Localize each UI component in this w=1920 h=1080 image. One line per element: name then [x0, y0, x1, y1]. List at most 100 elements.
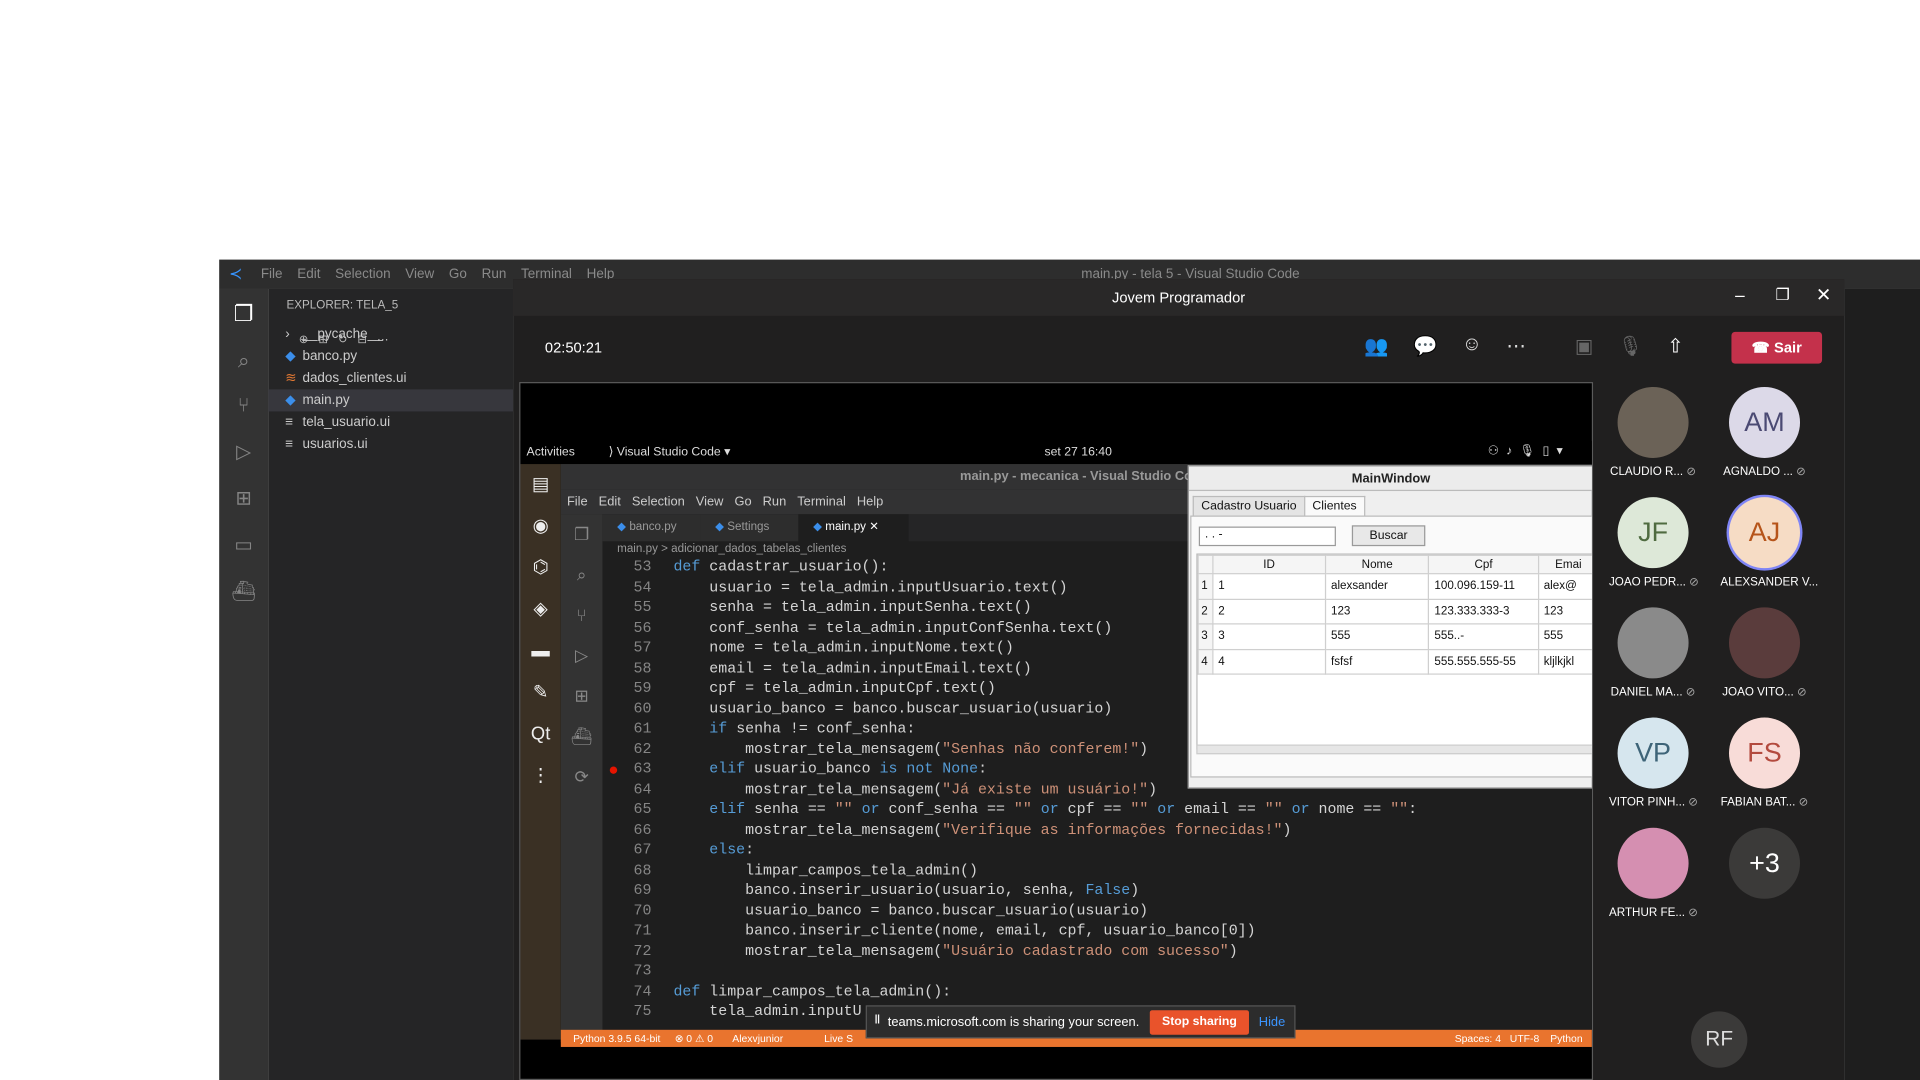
dock-icons[interactable]: ▤ ◉ ⌬ ◈ ▬ ✎ Qt ⋮ [520, 464, 560, 797]
mic-muted-icon: ⊘ [1798, 795, 1809, 810]
table-row[interactable]: 4 4 fsfsf 555.555.555-55 kljlkjkl [1197, 648, 1592, 675]
inner-menu-item[interactable]: Help [857, 495, 883, 510]
editor-tab[interactable]: ◆ banco.py [602, 514, 701, 542]
qt-tab[interactable]: Clientes [1303, 495, 1366, 516]
call-controls: 👥 💬 ☺ ⋯ ▣ 🎙 ⇧ [1364, 334, 1684, 358]
column-header[interactable]: Cpf [1428, 554, 1539, 575]
participant-tile[interactable]: JOAO VITO... ⊘ [1720, 607, 1808, 699]
file-item[interactable]: ≋ dados_clientes.ui [268, 367, 513, 389]
source-control-icon[interactable]: ⑂ [219, 396, 268, 418]
hide-button[interactable]: Hide [1259, 1015, 1285, 1030]
menu-item[interactable]: View [405, 267, 434, 282]
close-icon[interactable]: ✕ [1816, 284, 1831, 306]
inner-menu-item[interactable]: Selection [632, 495, 685, 510]
participant-tile[interactable]: ARTHUR FE... ⊘ [1609, 827, 1699, 920]
file-item[interactable]: ≡ usuarios.ui [268, 433, 513, 455]
participant-name: AGNALDO ... [1723, 465, 1793, 479]
overflow-participant-avatar[interactable]: RF [1691, 1011, 1748, 1068]
camera-off-icon[interactable]: ▣ [1575, 334, 1594, 358]
menu-item[interactable]: Run [482, 267, 507, 282]
file-item[interactable]: ◆ main.py [268, 389, 514, 412]
indentation[interactable]: Spaces: 4 [1455, 1032, 1501, 1044]
run-debug-icon[interactable]: ▷ [219, 440, 268, 464]
code-text: if senha != conf_senha: [709, 720, 916, 738]
app-menu[interactable]: ⟩ Visual Studio Code ▾ [609, 446, 731, 459]
docker-icon[interactable]: ⛴ [219, 579, 268, 603]
table-row[interactable]: 2 2 123 123.333.333-3 123 [1197, 598, 1592, 625]
minimize-icon[interactable]: – [1735, 285, 1745, 305]
menu-item[interactable]: Selection [335, 267, 390, 282]
explorer-icon[interactable]: ❐ [219, 301, 268, 327]
participant-tile[interactable]: FS FABIAN BAT... ⊘ [1720, 717, 1809, 810]
inner-menu-item[interactable]: Run [763, 495, 787, 510]
code-text: banco.inserir_cliente(nome, email, cpf, … [673, 922, 1256, 940]
close-tab-icon[interactable]: ✕ [869, 520, 879, 533]
participant-tile[interactable]: +3 [1720, 827, 1808, 906]
code-line: 65 elif senha == "" or conf_senha == "" … [633, 800, 1418, 818]
extensions-icon[interactable]: ⊞ [219, 486, 268, 510]
search-icon[interactable]: ⌕ [219, 349, 268, 373]
participant-tile[interactable]: AM AGNALDO ... ⊘ [1720, 386, 1808, 479]
remote-explorer-icon[interactable]: ▭ [219, 533, 268, 557]
reactions-icon[interactable]: ☺ [1462, 334, 1482, 358]
system-tray-icon[interactable]: ⚇♪🎙▯▾ [1488, 444, 1570, 457]
python-interpreter[interactable]: Python 3.9.5 64-bit [573, 1032, 660, 1044]
table-cell: 555 [1537, 623, 1592, 650]
participant-tile[interactable]: CLAUDIO R... ⊘ [1609, 386, 1697, 479]
language-mode[interactable]: Python [1550, 1032, 1582, 1044]
participant-avatar [1728, 607, 1801, 679]
mic-off-icon[interactable]: 🎙 [1618, 334, 1643, 358]
qt-tab[interactable]: Cadastro Usuario [1192, 495, 1306, 516]
activities-button[interactable]: Activities [527, 446, 575, 459]
menu-item[interactable]: Go [449, 267, 467, 282]
code-text: mostrar_tela_mensagem("Já existe um usuá… [673, 780, 1158, 798]
encoding[interactable]: UTF-8 [1510, 1032, 1540, 1044]
menu-item[interactable]: File [261, 267, 283, 282]
clients-table[interactable]: ID Nome Cpf Emai 1 1 alexsander 100.096.159-11 a… [1196, 553, 1592, 750]
column-header[interactable]: Nome [1324, 554, 1430, 575]
column-header[interactable]: ID [1212, 554, 1327, 575]
table-hscrollbar[interactable] [1196, 744, 1592, 755]
participant-name: VITOR PINH... [1608, 795, 1686, 810]
table-cell: alexsander [1324, 573, 1430, 600]
more-actions-icon[interactable]: ⋯ [1506, 334, 1526, 358]
editor-tab[interactable]: ◆ main.py ✕ [798, 514, 909, 542]
participant-tile[interactable]: DANIEL MA... ⊘ [1609, 607, 1697, 699]
pause-icon: Ⅱ [874, 1013, 881, 1028]
share-screen-icon[interactable]: ⇧ [1667, 334, 1683, 358]
python-file-icon: ◆ [617, 520, 630, 534]
cpf-search-input[interactable]: . . - [1198, 526, 1336, 547]
leave-button[interactable]: ☎ Sair [1731, 331, 1823, 364]
git-user[interactable]: Alexvjunior [732, 1032, 783, 1044]
inner-activity-bar: ❐ ⌕ ⑂ ▷ ⊞ ⛴ ⟳ [560, 514, 603, 1043]
participant-tile[interactable]: JF JOAO PEDR... ⊘ [1609, 497, 1699, 589]
chat-icon[interactable]: 💬 [1413, 334, 1437, 358]
menu-item[interactable]: Edit [297, 267, 320, 282]
mic-muted-icon: ⊘ [1686, 465, 1697, 479]
inner-menu-item[interactable]: View [696, 495, 724, 510]
code-text: cpf = tela_admin.inputCpf.text() [673, 679, 996, 697]
participant-tile[interactable]: AJ ALEXSANDER V... [1720, 497, 1818, 589]
search-button[interactable]: Buscar [1351, 525, 1426, 547]
py-file-icon: ◆ [285, 348, 296, 364]
participant-avatar: AJ [1728, 497, 1801, 569]
stop-sharing-button[interactable]: Stop sharing [1149, 1010, 1250, 1035]
editor-tab[interactable]: ◆ Settings [700, 514, 799, 542]
participant-tile[interactable]: VP VITOR PINH... ⊘ [1608, 717, 1698, 810]
table-row[interactable]: 1 1 alexsander 100.096.159-11 alex@ [1197, 573, 1592, 600]
inner-menu-item[interactable]: Terminal [797, 495, 846, 510]
mic-muted-icon: ⊘ [1688, 906, 1699, 920]
inner-menu-item[interactable]: Edit [599, 495, 621, 510]
file-item[interactable]: ≡ tela_usuario.ui [268, 411, 513, 433]
inner-menu-item[interactable]: Go [734, 495, 751, 510]
breakpoint-icon[interactable] [609, 766, 618, 774]
restore-icon[interactable]: ❐ [1776, 285, 1790, 305]
participants-icon[interactable]: 👥 [1364, 334, 1388, 358]
problems-indicator[interactable]: ⊗ 0 ⚠ 0 [675, 1032, 713, 1045]
table-row[interactable]: 3 3 555 555..- 555 [1197, 623, 1592, 650]
code-line: 71 banco.inserir_cliente(nome, email, cp… [633, 922, 1256, 940]
column-header[interactable]: Emai [1537, 554, 1592, 575]
code-text: elif usuario_banco is not None: [709, 760, 988, 778]
live-share[interactable]: Live S [824, 1032, 853, 1044]
inner-menu-item[interactable]: File [567, 495, 588, 510]
